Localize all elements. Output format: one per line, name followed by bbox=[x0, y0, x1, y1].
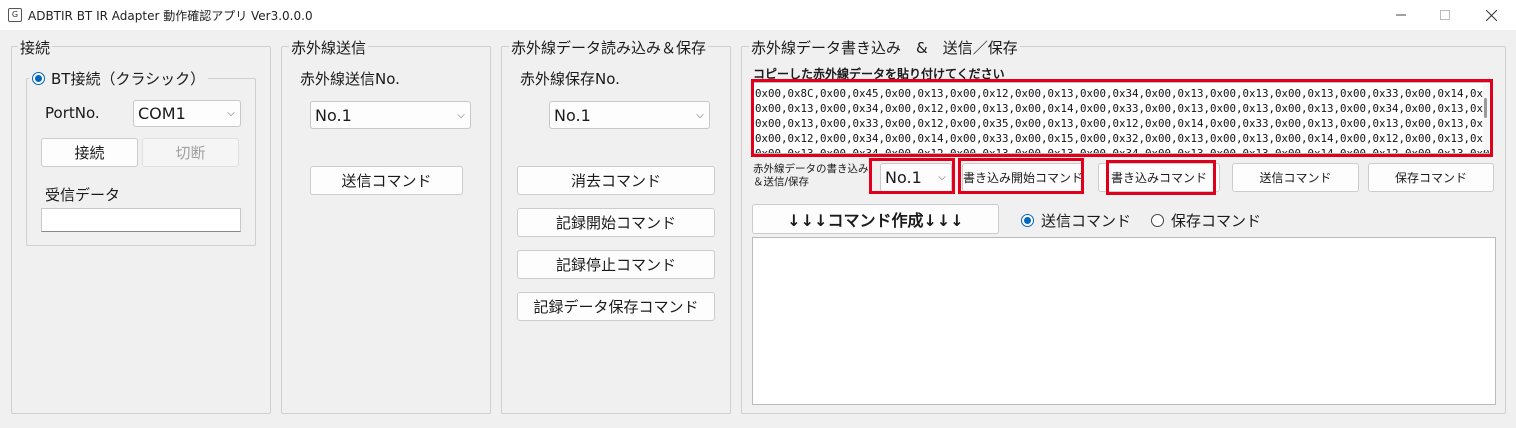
connection-legend: 接続 bbox=[18, 37, 53, 58]
minimize-button[interactable] bbox=[1378, 0, 1424, 30]
port-select-value: COM1 bbox=[138, 104, 186, 123]
disconnect-button[interactable]: 切断 bbox=[142, 138, 239, 167]
ir-write-no-value: No.1 bbox=[885, 168, 922, 187]
receive-data-label: 受信データ bbox=[45, 186, 121, 204]
hex-line: 0x00,0x13,0x00,0x34,0x00,0x12,0x00,0x13,… bbox=[755, 147, 1491, 154]
receive-data-field[interactable] bbox=[41, 208, 241, 232]
write-command-button[interactable]: 書き込みコマンド bbox=[1098, 163, 1220, 192]
erase-command-button[interactable]: 消去コマンド bbox=[517, 166, 715, 195]
save-radio[interactable] bbox=[1151, 214, 1164, 227]
send-radio-label: 送信コマンド bbox=[1041, 212, 1132, 230]
ir-send-legend: 赤外線送信 bbox=[289, 37, 369, 58]
minimize-icon bbox=[1396, 14, 1406, 16]
record-stop-command-button[interactable]: 記録停止コマンド bbox=[517, 250, 715, 279]
maximize-button[interactable] bbox=[1422, 0, 1468, 30]
bt-connection-option[interactable]: BT接続（クラシック） bbox=[29, 68, 209, 89]
close-icon bbox=[1485, 9, 1497, 21]
radio-send-command[interactable]: 送信コマンド bbox=[1021, 210, 1131, 231]
paste-instruction-label: コピーした赤外線データを貼り付けてください bbox=[753, 67, 1005, 81]
hex-data-textarea[interactable]: 0x00,0x8C,0x00,0x45,0x00,0x13,0x00,0x12,… bbox=[753, 82, 1491, 154]
save-radio-label: 保存コマンド bbox=[1171, 212, 1262, 230]
ir-send-command-button[interactable]: 送信コマンド bbox=[310, 166, 463, 195]
make-command-button[interactable]: ↓↓↓コマンド作成↓↓↓ bbox=[752, 204, 999, 234]
connect-button[interactable]: 接続 bbox=[41, 138, 138, 167]
ir-save-no-label: 赤外線保存No. bbox=[520, 70, 620, 88]
ir-write-legend: 赤外線データ書き込み & 送信／保存 bbox=[749, 37, 1020, 58]
chevron-down-icon: ⌵ bbox=[227, 108, 235, 119]
hex-line: 0x00,0x12,0x00,0x34,0x00,0x14,0x00,0x33,… bbox=[755, 132, 1491, 145]
hex-scrollbar-thumb[interactable] bbox=[1484, 98, 1487, 118]
bt-radio-label: BT接続（クラシック） bbox=[51, 70, 206, 88]
bt-radio[interactable] bbox=[32, 72, 45, 85]
ir-send-no-label: 赤外線送信No. bbox=[300, 70, 400, 88]
app-icon: G bbox=[8, 8, 22, 22]
write-start-command-button[interactable]: 書き込み開始コマンド bbox=[962, 163, 1084, 192]
ir-write-no-select[interactable]: No.1 ⌵ bbox=[880, 163, 952, 192]
chevron-down-icon: ⌵ bbox=[696, 109, 704, 121]
close-button[interactable] bbox=[1468, 0, 1514, 30]
ir-write-save-command-button[interactable]: 保存コマンド bbox=[1368, 163, 1494, 192]
ir-save-no-select[interactable]: No.1 ⌵ bbox=[549, 101, 710, 129]
hex-line: 0x00,0x13,0x00,0x33,0x00,0x12,0x00,0x35,… bbox=[755, 117, 1491, 130]
maximize-icon bbox=[1440, 10, 1450, 20]
write-save-label: 赤外線データの書き込み ＆送信/保存 bbox=[753, 163, 869, 188]
command-output-textarea[interactable] bbox=[752, 237, 1496, 405]
ir-read-legend: 赤外線データ読み込み＆保存 bbox=[509, 37, 709, 58]
chevron-down-icon: ⌵ bbox=[938, 172, 946, 183]
port-label: PortNo. bbox=[45, 104, 100, 122]
hex-line: 0x00,0x13,0x00,0x34,0x00,0x12,0x00,0x13,… bbox=[755, 102, 1491, 115]
record-data-save-command-button[interactable]: 記録データ保存コマンド bbox=[517, 292, 715, 321]
send-radio[interactable] bbox=[1021, 214, 1034, 227]
port-select[interactable]: COM1 ⌵ bbox=[133, 100, 241, 127]
record-start-command-button[interactable]: 記録開始コマンド bbox=[517, 208, 715, 237]
hex-line: 0x00,0x8C,0x00,0x45,0x00,0x13,0x00,0x12,… bbox=[755, 87, 1491, 100]
chevron-down-icon: ⌵ bbox=[457, 109, 465, 121]
ir-send-no-select[interactable]: No.1 ⌵ bbox=[310, 101, 471, 129]
radio-save-command[interactable]: 保存コマンド bbox=[1151, 210, 1261, 231]
ir-save-no-value: No.1 bbox=[554, 105, 591, 125]
ir-send-no-value: No.1 bbox=[315, 105, 352, 125]
ir-write-send-command-button[interactable]: 送信コマンド bbox=[1232, 163, 1359, 192]
window-title: ADBTIR BT IR Adapter 動作確認アプリ Ver3.0.0.0 bbox=[28, 9, 313, 23]
